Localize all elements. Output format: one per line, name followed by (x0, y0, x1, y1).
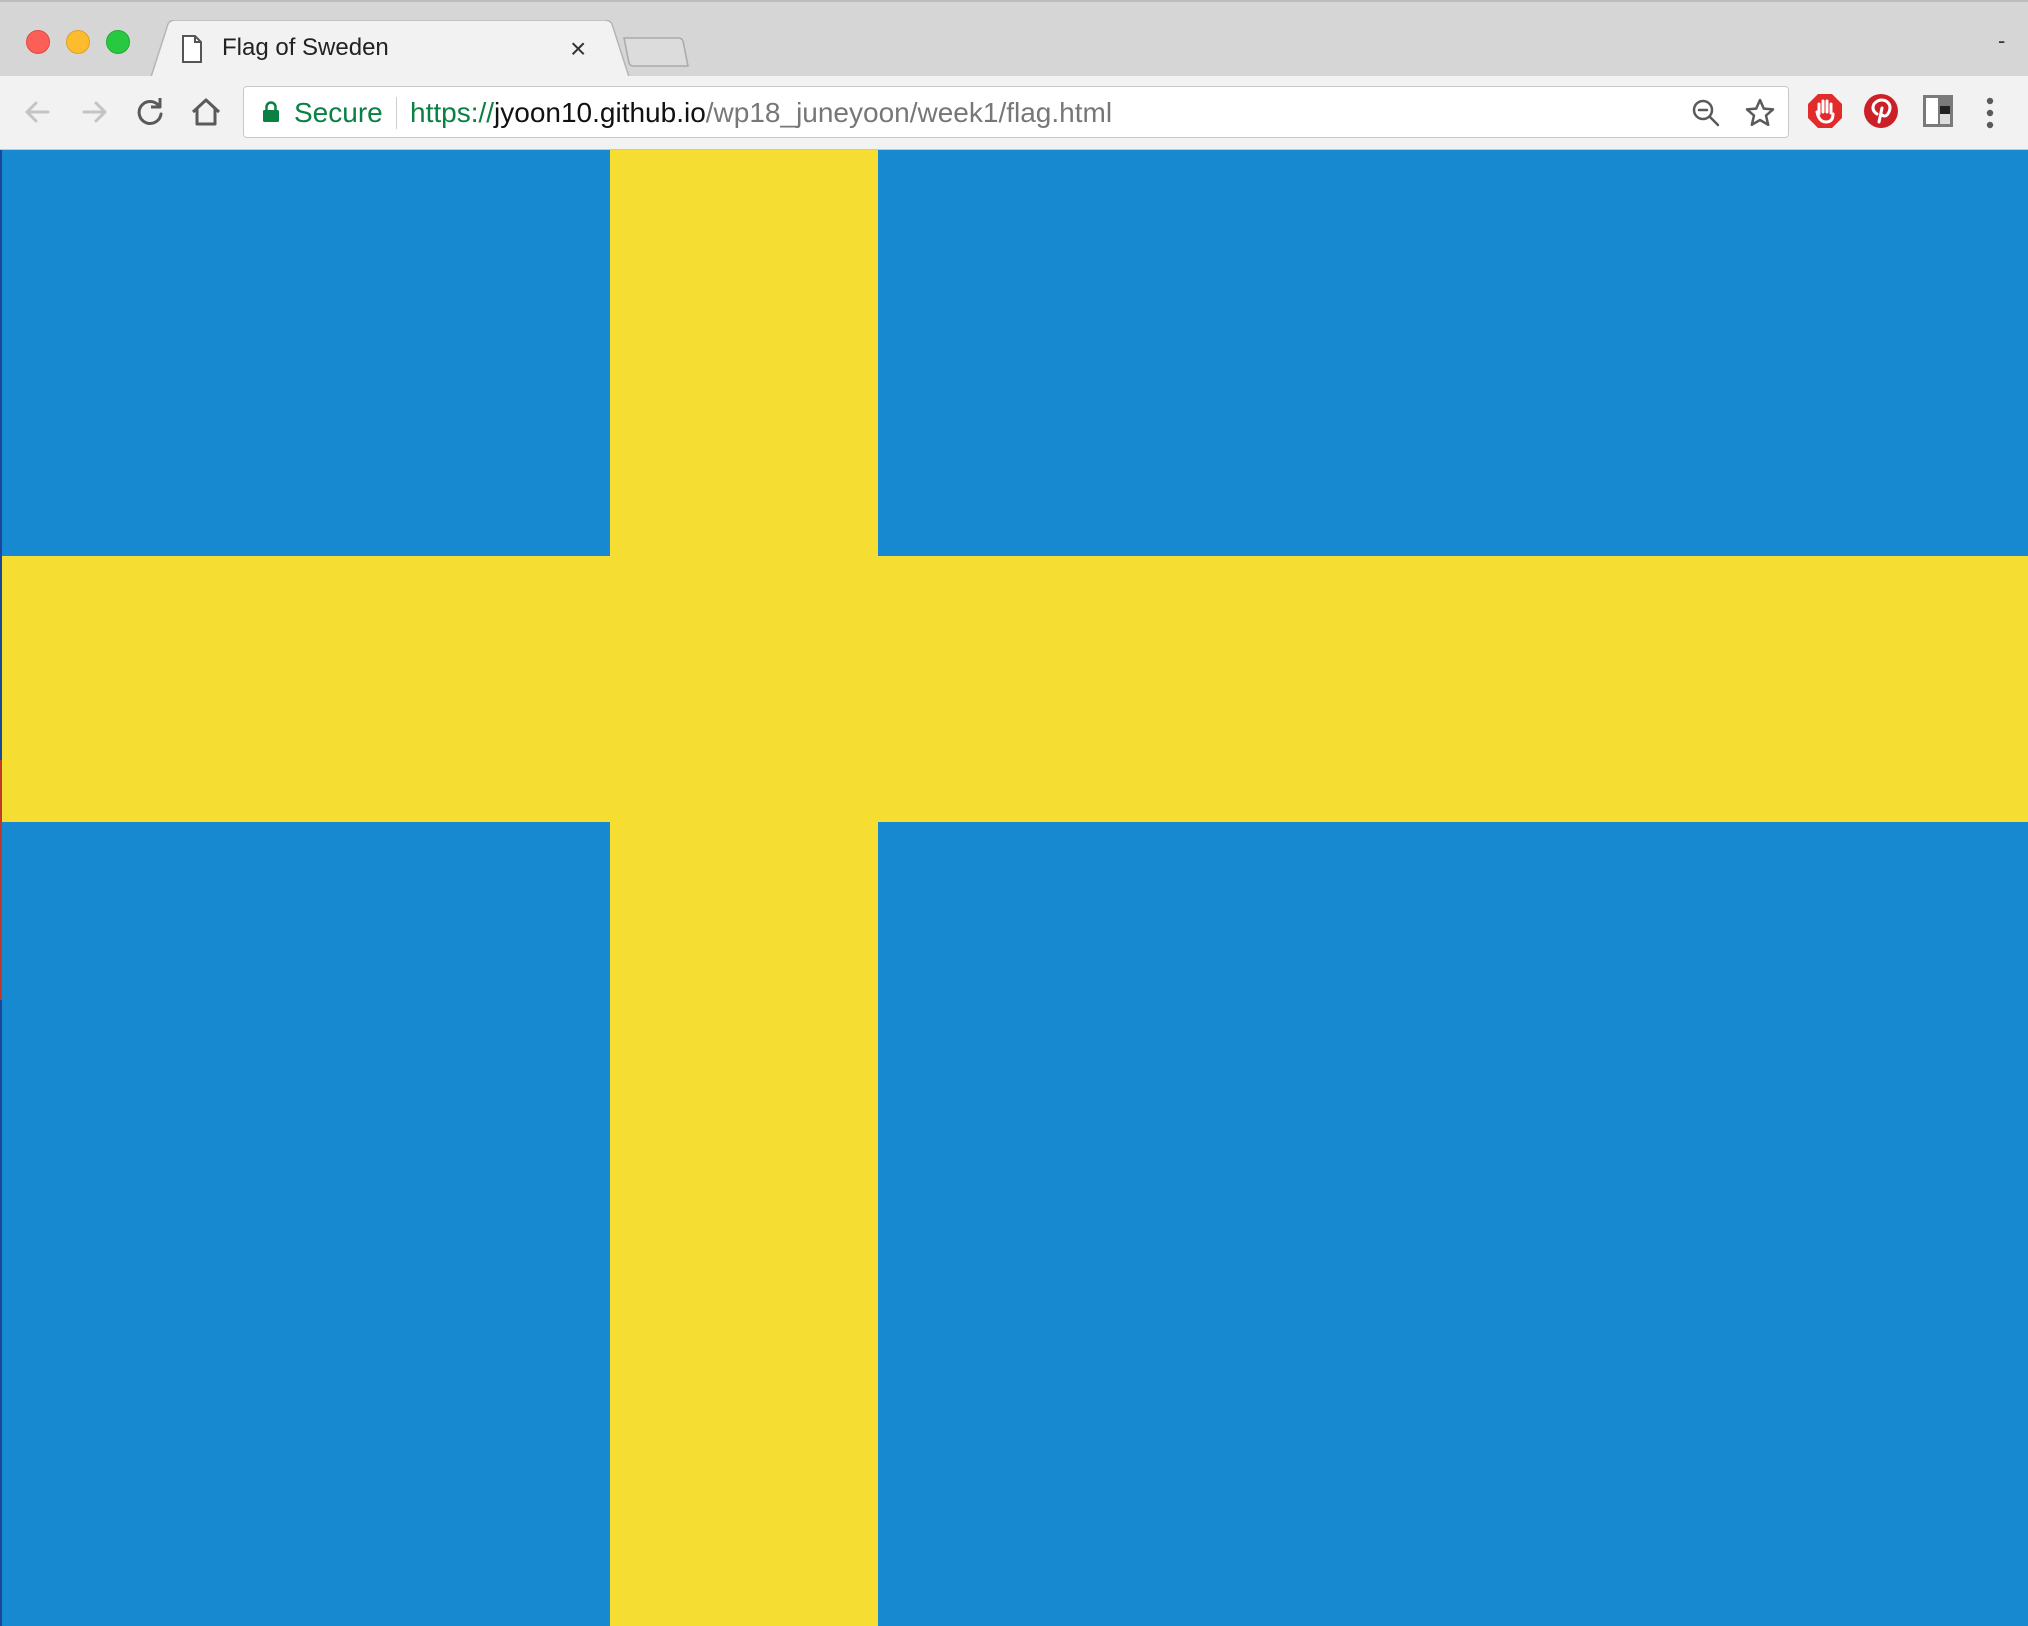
reload-icon[interactable] (132, 94, 168, 130)
zoom-out-icon[interactable] (1690, 97, 1722, 129)
url-text[interactable]: https://jyoon10.github.io/wp18_juneyoon/… (410, 97, 1112, 129)
flag-cross-horizontal (2, 556, 2028, 822)
address-bar[interactable]: Secure https://jyoon10.github.io/wp18_ju… (243, 86, 1789, 138)
lock-icon (263, 101, 279, 122)
window-maximize-button[interactable] (106, 30, 130, 54)
arrow-right-icon[interactable] (76, 94, 112, 130)
new-tab-button[interactable] (622, 36, 690, 68)
browser-toolbar: Secure https://jyoon10.github.io/wp18_ju… (0, 76, 2028, 150)
star-icon[interactable] (1744, 97, 1776, 129)
more-vert-icon[interactable] (1984, 96, 1996, 130)
pinterest-icon[interactable] (1862, 92, 1900, 130)
url-path: /wp18_juneyoon/week1/flag.html (705, 97, 1113, 128)
window-minimize-button[interactable] (66, 30, 90, 54)
window-left-edge-accent (0, 760, 2, 1000)
extension-icon[interactable] (1920, 92, 1958, 130)
browser-tab-active[interactable]: Flag of Sweden × (150, 20, 630, 80)
tab-title: Flag of Sweden (222, 34, 389, 61)
tab-close-icon[interactable]: × (570, 34, 586, 64)
omnibox-divider (396, 97, 397, 129)
page-icon (182, 35, 202, 63)
flag-of-sweden (2, 150, 2028, 1626)
window-menu-glyph[interactable]: - (1998, 28, 2005, 54)
window-close-button[interactable] (26, 30, 50, 54)
url-scheme: https:// (410, 97, 495, 128)
adblock-icon[interactable] (1806, 92, 1844, 130)
flag-cross-vertical (610, 150, 878, 1626)
home-icon[interactable] (188, 94, 224, 130)
arrow-left-icon[interactable] (20, 94, 56, 130)
url-host: jyoon10.github.io (494, 97, 706, 128)
secure-label[interactable]: Secure (294, 97, 383, 129)
browser-titlebar: Flag of Sweden × - (0, 0, 2028, 80)
